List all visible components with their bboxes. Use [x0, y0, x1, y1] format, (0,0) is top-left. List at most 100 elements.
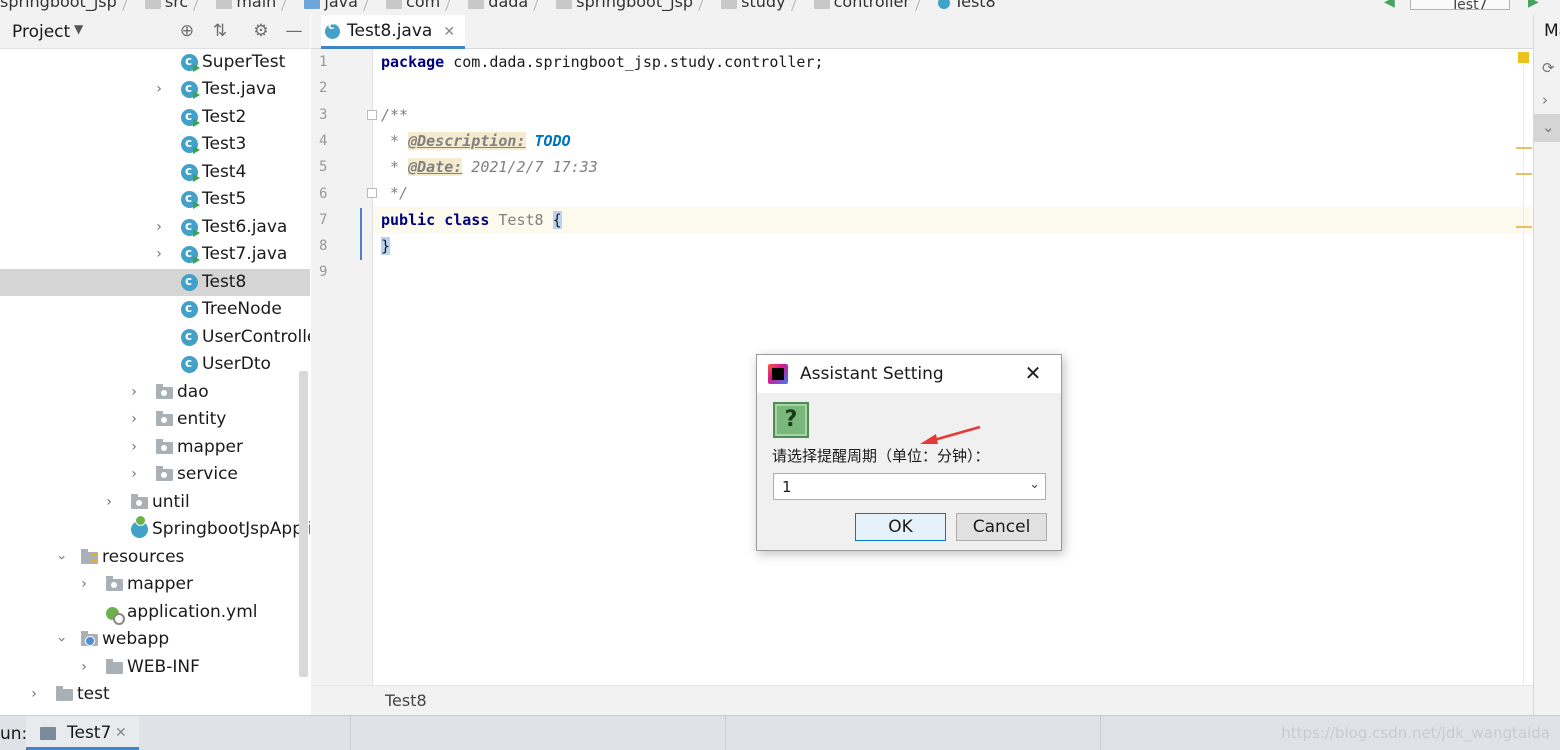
refresh-icon[interactable]: ⟳ [1542, 59, 1560, 77]
tree-item[interactable]: › mapper [0, 434, 310, 461]
tree-item[interactable]: › test [0, 681, 310, 708]
code-line: /** [381, 106, 409, 124]
cancel-button[interactable]: Cancel [956, 513, 1047, 541]
chevron-right-icon[interactable]: › [127, 461, 141, 488]
tree-item-label: Test.java [202, 79, 277, 99]
breadcrumb-item[interactable]: study [715, 0, 786, 11]
package-icon [556, 0, 573, 9]
breadcrumb-separator [915, 0, 922, 11]
tree-item[interactable]: SuperTest [0, 49, 310, 76]
warning-indicator-icon[interactable] [1518, 52, 1529, 63]
tree-item[interactable]: › Test.java [0, 75, 310, 103]
collapse-all-icon[interactable]: ⇅ [210, 21, 230, 41]
chevron-down-icon[interactable]: › [48, 633, 75, 647]
warning-mark[interactable] [1516, 173, 1532, 175]
chevron-down-icon: ⌄ [1542, 118, 1555, 136]
close-icon[interactable]: ✕ [115, 725, 127, 741]
back-arrow-icon[interactable]: ◀ [1384, 0, 1395, 10]
breadcrumb-item[interactable]: java [298, 0, 358, 11]
tree-item[interactable]: UserController [0, 323, 310, 351]
breadcrumb-item[interactable]: Test8 [385, 691, 427, 710]
intellij-logo-icon [768, 364, 788, 384]
run-label: un: [0, 724, 28, 744]
tree-item[interactable]: Test4 [0, 158, 310, 186]
tree-item[interactable]: Test2 [0, 103, 310, 131]
tree-item[interactable]: › entity [0, 406, 310, 433]
editor-breadcrumb: Test8 [311, 685, 1533, 715]
tree-item[interactable]: › until [0, 489, 310, 516]
close-icon[interactable]: ✕ [443, 24, 455, 40]
locate-icon[interactable]: ⊕ [177, 21, 197, 41]
tree-item[interactable]: › WEB-INF [0, 654, 310, 681]
chevron-right-icon[interactable]: › [152, 214, 166, 241]
line-number: 9 [319, 264, 328, 280]
folder-icon [304, 0, 321, 9]
breadcrumb-item[interactable]: src [139, 0, 188, 11]
chevron-down-icon[interactable]: ⌄ [1029, 477, 1040, 492]
chevron-down-icon[interactable]: ▼ [74, 22, 83, 36]
chevron-right-icon[interactable]: › [152, 76, 166, 103]
dialog-title: Assistant Setting [800, 364, 944, 384]
tree-item[interactable]: › dao [0, 379, 310, 406]
tree-item[interactable]: application.yml [0, 599, 310, 626]
ok-button[interactable]: OK [855, 513, 946, 541]
warning-mark[interactable] [1516, 226, 1532, 228]
chevron-down-icon[interactable]: › [48, 551, 75, 565]
breadcrumb-separator [281, 0, 289, 11]
project-panel-title[interactable]: Project [12, 22, 70, 42]
annotation-arrow-icon [920, 425, 981, 444]
chevron-right-icon[interactable]: › [152, 241, 166, 268]
class-icon [938, 0, 951, 9]
tree-item[interactable]: › resources [0, 544, 310, 571]
tree-item[interactable]: › Test7.java [0, 240, 310, 268]
tree-item-label: Test4 [202, 162, 247, 182]
tree-item[interactable]: › service [0, 461, 310, 488]
run-configuration-select[interactable]: Test7 [1410, 0, 1510, 13]
divider [725, 716, 726, 750]
chevron-right-icon[interactable]: › [127, 406, 141, 433]
hide-icon[interactable]: — [284, 21, 304, 41]
run-icon[interactable]: ▶ [1528, 0, 1539, 10]
tree-item[interactable]: Test5 [0, 185, 310, 213]
tree-item[interactable]: UserDto [0, 350, 310, 378]
package-icon [721, 0, 738, 9]
side-panel-selected-item[interactable]: ⌄ [1534, 114, 1560, 142]
tree-item[interactable]: SpringbootJspApplication [0, 515, 310, 543]
breadcrumb-item[interactable]: controller [808, 0, 910, 11]
side-panel-title[interactable]: Ma [1544, 21, 1560, 41]
warning-mark[interactable] [1516, 147, 1532, 149]
reminder-period-select[interactable]: 1 ⌄ [773, 473, 1046, 500]
chevron-right-icon[interactable]: › [77, 654, 91, 681]
tab-test8-java[interactable]: Test8.java ✕ [321, 15, 466, 49]
breadcrumb-item[interactable]: main [210, 0, 276, 11]
tree-item-label: SpringbootJspApplication [152, 519, 310, 539]
vertical-scrollbar[interactable] [299, 371, 308, 677]
project-panel-header: Project ▼ ⊕ ⇅ ⚙ — [0, 15, 310, 49]
tree-item-label: mapper [177, 437, 244, 457]
chevron-right-icon[interactable]: › [102, 489, 116, 516]
tree-item[interactable]: › mapper [0, 571, 310, 598]
folder-icon [56, 686, 73, 701]
folder-icon [216, 0, 233, 9]
breadcrumb-item[interactable]: dada [462, 0, 528, 11]
chevron-right-icon[interactable]: › [27, 681, 41, 708]
tree-item[interactable]: Test3 [0, 130, 310, 158]
breadcrumb-item[interactable]: springboot_jsp [550, 0, 693, 11]
gear-icon[interactable]: ⚙ [251, 21, 271, 41]
breadcrumb-item[interactable]: springboot_jsp [0, 0, 117, 11]
tree-item[interactable]: › Test6.java [0, 213, 310, 241]
tree-item-label: mapper [127, 574, 194, 594]
tree-item-selected[interactable]: Test8 [0, 268, 310, 296]
tree-item-label: service [177, 464, 238, 484]
tree-item[interactable]: TreeNode [0, 295, 310, 323]
breadcrumb-item[interactable]: com [380, 0, 440, 11]
close-icon[interactable]: ✕ [1021, 361, 1045, 385]
chevron-right-icon[interactable]: › [127, 379, 141, 406]
dialog-titlebar[interactable]: Assistant Setting ✕ [757, 355, 1061, 393]
tree-item[interactable]: › webapp [0, 626, 310, 653]
tab-run-test7[interactable]: Test7 ✕ [26, 716, 139, 750]
chevron-right-icon[interactable]: › [77, 571, 91, 598]
breadcrumb-item[interactable]: Test8 [932, 0, 996, 11]
chevron-right-icon[interactable]: › [1542, 91, 1560, 109]
chevron-right-icon[interactable]: › [127, 434, 141, 461]
